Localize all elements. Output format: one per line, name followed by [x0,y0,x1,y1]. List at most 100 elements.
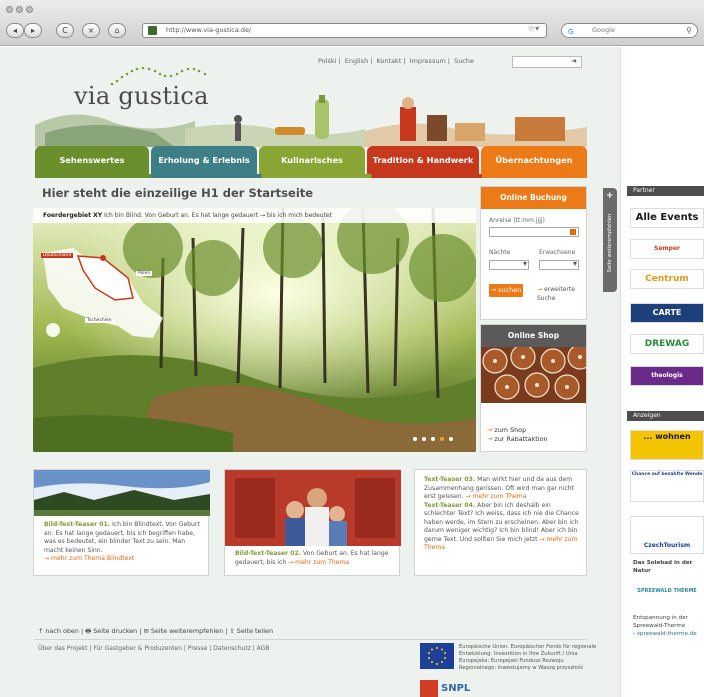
share-page-link[interactable]: Seite teilen [237,627,273,635]
teaser-3-more-link[interactable]: → mehr zum Thema [465,493,526,500]
booking-search-button[interactable]: → suchen [489,284,523,297]
adults-select[interactable] [539,259,579,270]
meta-link-polski[interactable]: Polski [318,57,336,65]
footer-separator: | [225,627,228,635]
back-button[interactable]: ◂ [6,23,24,38]
footer-utility-links: ↑ nach oben | 🖶 Seite drucken | ✉ Seite … [38,627,273,638]
slider-dot[interactable] [422,437,426,441]
partner-logo-centrum[interactable]: Centrum Galerie [630,269,704,289]
ads-heading: Anzeigen [627,411,704,421]
hero-caption-link[interactable]: → bis ich mich bedeutet [260,212,332,219]
nights-select[interactable] [489,259,529,270]
extended-search-label: erweiterte Suche [537,286,575,302]
home-button[interactable]: ⌂ [108,23,126,38]
family-photo [225,470,401,546]
ad-czechtourism[interactable]: CzechTourism [630,516,704,554]
shop-links: → zum Shop → zur Rabattaktion [487,426,548,444]
meta-search-label: Suche [454,57,475,65]
header-illustration [35,95,587,147]
partner-logo-drewag[interactable]: DREWAG [630,334,704,354]
meta-link-impressum[interactable]: Impressum [410,57,446,65]
meta-separator: | [338,57,341,65]
snpl-logo: SNPL [420,680,470,697]
url-bar[interactable]: http://www.via-gustica.de/ [142,23,547,38]
footer-separator: | [139,627,142,635]
stop-button[interactable]: × [82,23,100,38]
ad-wende[interactable]: Chance auf bezahlte Wende [630,470,704,502]
hero-image[interactable]: Foerdergebiet XY Ich bin Blind. Von Gebu… [33,208,476,452]
calendar-icon[interactable] [570,229,576,235]
shop-title: Online Shop [481,325,586,347]
slider-dot[interactable] [413,437,417,441]
slider-dot[interactable] [431,437,435,441]
teaser-4-bold: Text-Teaser 04. [424,501,476,509]
online-shop-box: Online Shop → zum Shop → zur Rabattaktio… [480,324,587,452]
footer-meta-links[interactable]: Über das Projekt | Für Gastgeber & Produ… [38,645,269,652]
teaser-1-text: Bild-Text-Teaser 01. Ich bin Blindtext. … [44,521,204,564]
hero-caption: Foerdergebiet XY Ich bin Blind. Von Gebu… [33,208,476,223]
meta-separator: | [403,57,406,65]
ad-solebad-title: Das Solebad in der Natur [633,560,693,574]
landscape-photo [34,470,210,516]
footer-divider [34,639,587,640]
partner-logo-carte-blanche[interactable]: CARTE BLANCHE [630,303,704,323]
booking-title: Online Buchung [481,187,586,209]
arrival-date-input[interactable] [489,227,579,237]
site-search-input[interactable]: ➜ [512,56,582,68]
nav-color-stripe [35,174,587,178]
search-icon: ⚲ [686,26,692,35]
slider-dot-active[interactable] [440,437,444,441]
minimize-window-icon[interactable] [16,6,23,13]
meta-link-kontakt[interactable]: Kontakt [376,57,401,65]
partner-logo-events[interactable]: Alle Events in Kalender [630,208,704,228]
teaser-card-1[interactable]: Bild-Text-Teaser 01. Ich bin Blindtext. … [33,469,210,576]
hero-caption-text: Ich bin Blind. Von Geburt an. Es hat lan… [102,212,259,219]
ad-spreewald-logo[interactable]: SPREEWALD THERME [630,582,704,602]
teaser-2-more-link[interactable]: → mehr zum Thema [288,559,349,566]
slider-pagination [413,437,453,441]
extended-search-link[interactable]: → erweiterte Suche [537,285,583,303]
recommend-side-tab[interactable]: + Seite weiterempfehlen [603,188,617,292]
arrow-icon: → [487,426,493,434]
meta-separator: | [447,57,450,65]
arrow-icon: → [487,435,493,443]
tab-tradition-handwerk[interactable]: Tradition & Handwerk [367,146,479,174]
page-title: Hier steht die einzeilige H1 der Startse… [42,186,314,200]
map-label-polen: Polen [136,271,153,276]
tab-sehenswertes[interactable]: Sehenswertes [35,146,149,174]
print-page-link[interactable]: Seite drucken [93,627,137,635]
close-window-icon[interactable] [6,6,13,13]
browser-toolbar: ◂ ▸ C × ⌂ http://www.via-gustica.de/ ☆▾ … [0,0,704,46]
teaser-card-2[interactable]: Bild-Text-Teaser 02. Von Geburt an. Es h… [224,469,401,576]
browser-search-placeholder: Google [592,26,615,34]
tab-erholung-erlebnis[interactable]: Erholung & Erlebnis [151,146,257,174]
teaser-card-3: Text-Teaser 03. Man wirkt hier und da au… [414,469,587,576]
recommend-page-link[interactable]: Seite weiterempfehlen [151,627,223,635]
teaser-1-bold: Bild-Text-Teaser 01. [44,521,111,528]
forward-button[interactable]: ▸ [24,23,42,38]
forest-photo [33,208,476,452]
reload-button[interactable]: C [56,23,74,38]
partner-logo-semper[interactable]: Semper [630,239,704,259]
zoom-window-icon[interactable] [26,6,33,13]
partner-heading: Partner [627,186,704,196]
partner-logo-theologis[interactable]: theologis [630,366,704,386]
tab-kulinarisches[interactable]: Kulinarisches [259,146,365,174]
discount-link[interactable]: → zur Rabattaktion [487,435,548,444]
bookmark-star-icon[interactable]: ☆▾ [528,24,539,33]
tab-uebernachtungen[interactable]: Übernachtungen [481,146,587,174]
browser-search-input[interactable]: G Google ⚲ [561,23,698,38]
map-label-deutschland: Deutschland [41,253,74,258]
ad-spreewald-link[interactable]: › spreewald-therme.de [633,631,703,639]
ad-wohnen[interactable]: ... wohnen [630,430,704,460]
online-booking-box: Online Buchung Anreise (tt.mm.jjjj) Näch… [480,186,587,320]
favicon-icon [148,26,157,35]
gingerbread-photo[interactable] [481,347,587,403]
adults-label: Erwachsene [539,249,576,256]
search-submit-icon[interactable]: ➜ [571,57,577,65]
slider-dot[interactable] [449,437,453,441]
shop-link[interactable]: → zum Shop [487,426,548,435]
teaser-1-more-link[interactable]: → mehr zum Thema Blindtext [44,555,134,562]
back-to-top-link[interactable]: ↑ nach oben [38,627,79,635]
meta-link-english[interactable]: English [345,57,368,65]
